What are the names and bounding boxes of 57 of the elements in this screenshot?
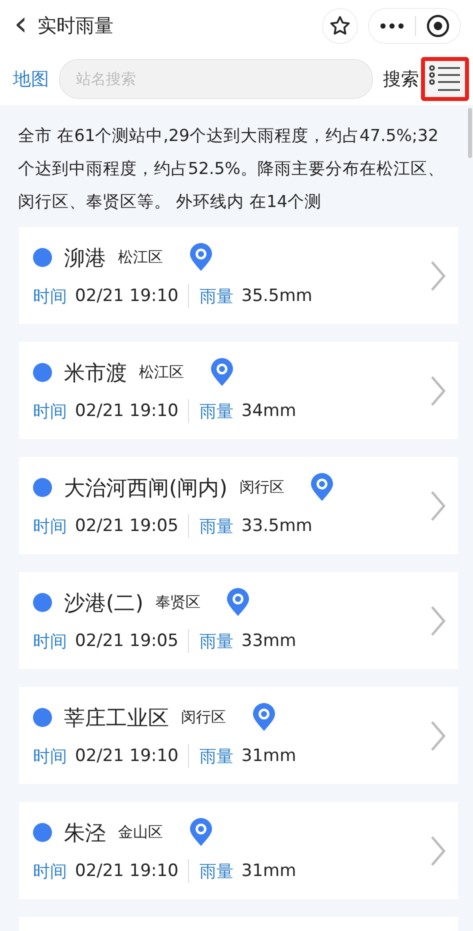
location-pin-icon[interactable] [189, 243, 213, 272]
rainfall-label: 雨量 [199, 860, 234, 882]
station-name: 朱泾 [64, 820, 106, 846]
time-label: 时间 [33, 400, 67, 422]
time-label: 时间 [33, 860, 67, 882]
rainfall-value: 33.5mm [241, 516, 312, 536]
location-pin-icon[interactable] [310, 473, 334, 502]
summary-text: 全市 在61个测站中,29个达到大雨程度，约占47.5%;32个达到中雨程度，约占52.5%。降雨主要分布在松江区、闵行区、奉贤区等。 外环线内 在14个测 [18, 125, 446, 213]
location-pin-icon[interactable] [252, 703, 276, 732]
station-name: 莘庄工业区 [64, 704, 169, 732]
rainfall-label: 雨量 [199, 400, 234, 422]
station-name: 米市渡 [64, 360, 127, 386]
time-label: 时间 [33, 746, 67, 768]
location-pin-icon[interactable] [226, 588, 250, 617]
district-label: 金山区 [118, 823, 163, 842]
search-button[interactable]: 搜索 [383, 66, 421, 90]
time-label: 时间 [33, 286, 67, 308]
rainfall-label: 雨量 [199, 746, 234, 768]
time-label: 时间 [33, 516, 67, 538]
time-value: 02/21 19:10 [75, 401, 178, 421]
time-label: 时间 [33, 630, 67, 652]
district-label: 松江区 [139, 363, 184, 382]
station-card[interactable]: 莘庄工业区 闵行区 时间 02/21 19:10 雨量 31mm [19, 687, 458, 784]
rainfall-value: 31mm [241, 861, 296, 881]
scrollbar [468, 108, 472, 158]
station-card[interactable]: 米市渡 松江区 时间 02/21 19:10 雨量 34mm [19, 342, 458, 439]
station-card[interactable]: 沙港(二) 奉贤区 时间 02/21 19:05 雨量 33mm [19, 572, 458, 669]
district-label: 松江区 [118, 248, 163, 267]
station-card[interactable]: 泖港 松江区 时间 02/21 19:10 雨量 35.5mm [19, 227, 458, 324]
rainfall-value: 35.5mm [241, 286, 312, 306]
station-card[interactable]: 朱泾 金山区 时间 02/21 19:10 雨量 31mm [19, 802, 458, 899]
rainfall-label: 雨量 [199, 286, 234, 308]
district-label: 闵行区 [181, 708, 226, 727]
location-pin-icon[interactable] [189, 818, 213, 847]
district-label: 闵行区 [239, 478, 284, 497]
station-name: 沙港(二) [64, 590, 144, 616]
district-label: 奉贤区 [155, 593, 200, 612]
record-icon[interactable] [426, 14, 450, 38]
station-name: 泖港 [64, 244, 106, 272]
time-value: 02/21 19:05 [75, 516, 178, 536]
rainfall-label: 雨量 [199, 516, 234, 538]
station-name: 大治河西闸(闸内) [64, 474, 228, 502]
back-button[interactable]: ‹ [14, 7, 28, 41]
rainfall-value: 31mm [241, 746, 296, 766]
map-link[interactable]: 地图 [13, 66, 49, 90]
time-value: 02/21 19:05 [75, 631, 178, 651]
list-icon[interactable] [429, 64, 461, 94]
station-card[interactable]: 大治河西闸(闸内) 闵行区 时间 02/21 19:05 雨量 33.5mm [19, 457, 458, 554]
rainfall-value: 33mm [241, 631, 296, 651]
time-value: 02/21 19:10 [75, 746, 178, 766]
location-pin-icon[interactable] [210, 358, 234, 387]
more-icon[interactable] [379, 22, 405, 30]
time-value: 02/21 19:10 [75, 861, 178, 881]
time-value: 02/21 19:10 [75, 286, 178, 306]
rainfall-value: 34mm [241, 401, 296, 421]
page-title: 实时雨量 [38, 14, 115, 39]
rainfall-label: 雨量 [199, 630, 234, 652]
